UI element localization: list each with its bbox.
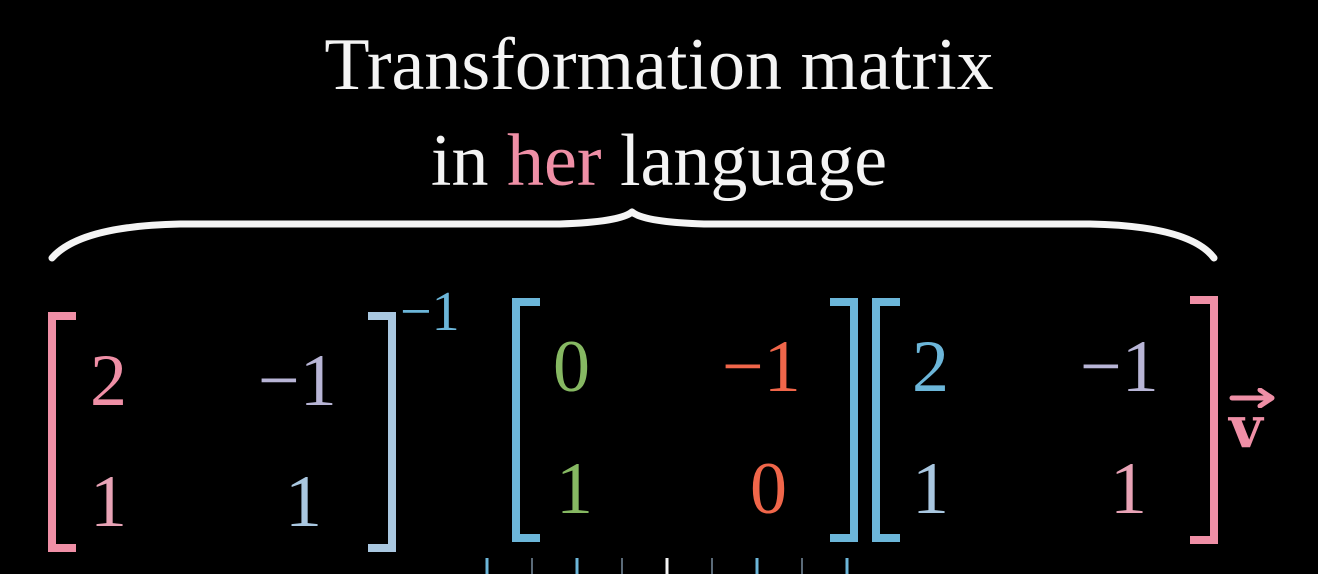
background-grid-ticks: [485, 558, 849, 574]
